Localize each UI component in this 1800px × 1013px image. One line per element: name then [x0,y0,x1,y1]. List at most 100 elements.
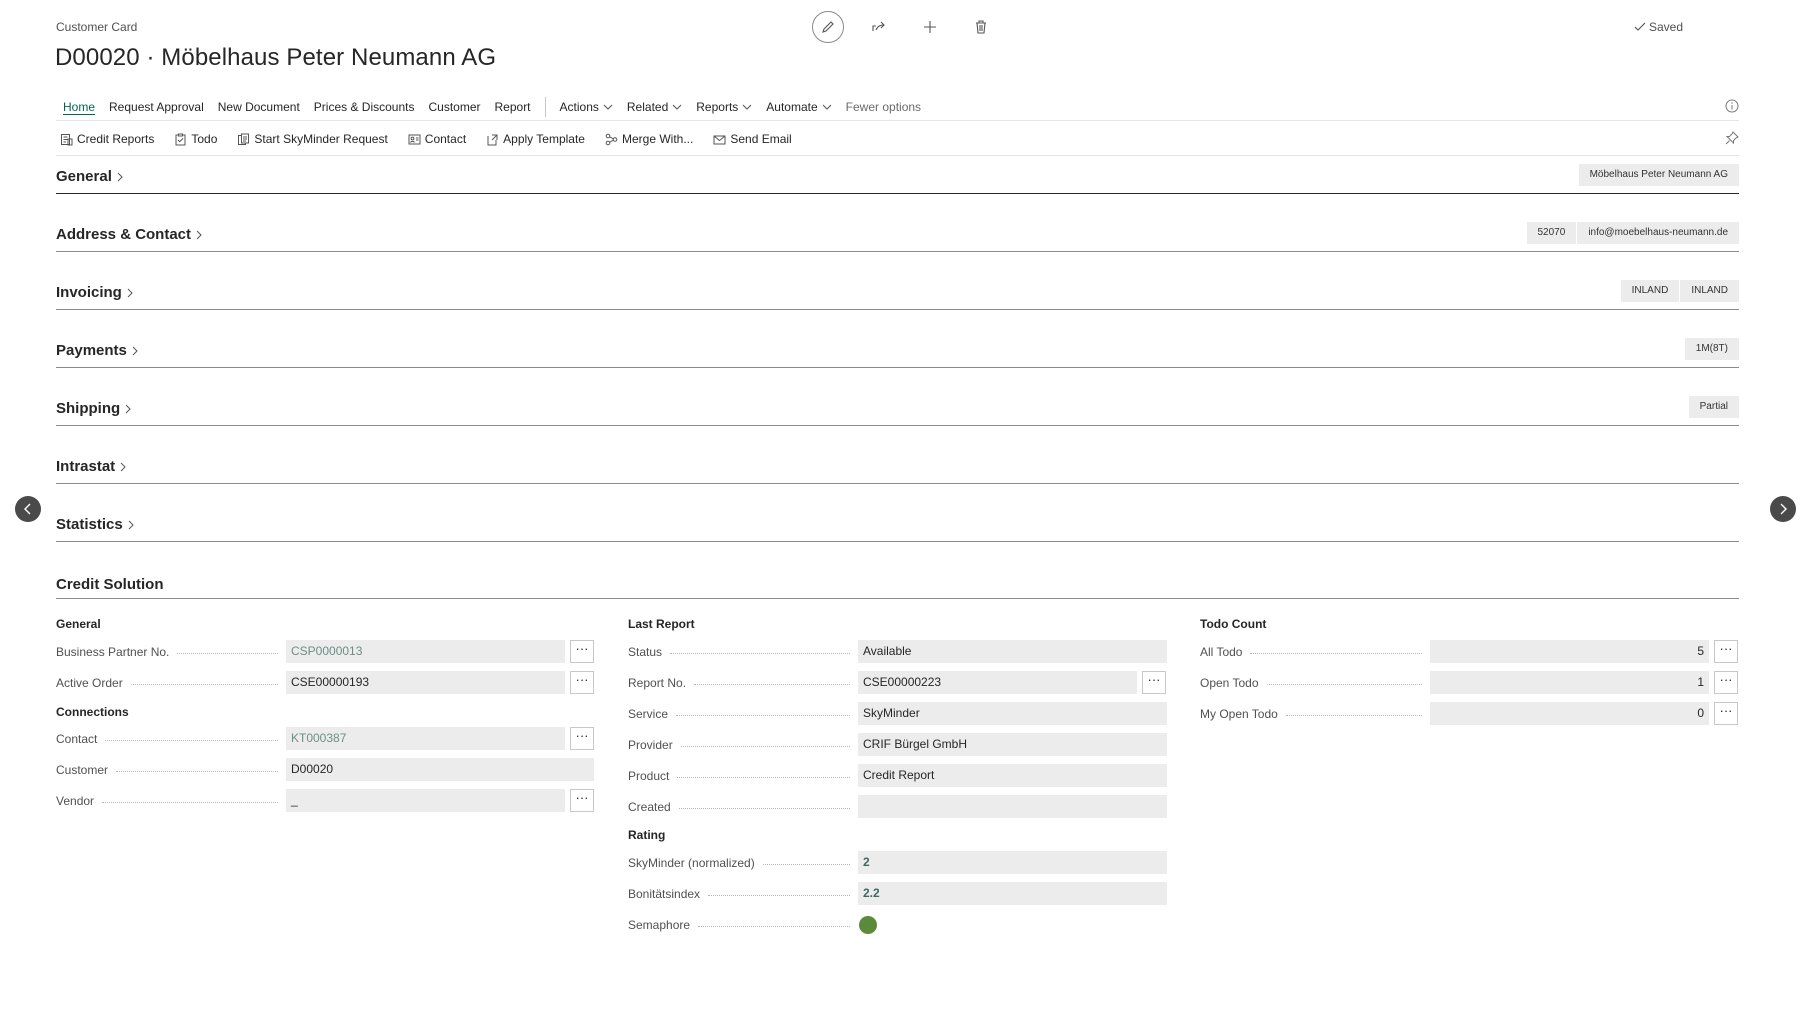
start-skyminder-request-button[interactable]: Start SkyMinder Request [237,132,388,146]
merge-with-label: Merge With... [621,132,694,146]
report-no-field[interactable]: CSE00000223 [858,671,1137,694]
created-label: Created [628,800,850,814]
chevron-down-icon [672,104,682,110]
apply-template-button[interactable]: Apply Template [486,132,585,146]
provider-field[interactable]: CRIF Bürgel GmbH [858,733,1167,756]
service-label-text: Service [628,707,669,721]
fasttab-general[interactable]: General Möbelhaus Peter Neumann AG [56,164,1739,194]
menu-reports[interactable]: Reports [689,100,759,114]
fasttab-invoicing-title: Invoicing [56,284,122,301]
menu-new-document[interactable]: New Document [211,100,307,114]
menu-divider-line [56,120,1739,121]
info-icon[interactable] [1725,99,1739,116]
next-record-button[interactable] [1770,496,1796,522]
fasttab-invoicing-header[interactable]: Invoicing [56,284,135,301]
leader-dots [105,740,278,741]
bonitaetsindex-field[interactable]: 2.2 [858,882,1167,905]
edit-icon[interactable] [812,11,844,43]
created-field[interactable] [858,795,1167,818]
saved-indicator: Saved [1634,20,1683,34]
top-toolbar [812,11,1016,43]
report-no-label: Report No. [628,676,850,690]
fasttab-address-header[interactable]: Address & Contact [56,226,204,243]
all-todo-lookup-button[interactable]: ··· [1714,640,1738,663]
open-todo-field[interactable]: 1 [1430,671,1709,694]
contact-field[interactable]: KT000387 [286,727,565,750]
open-todo-lookup-button[interactable]: ··· [1714,671,1738,694]
leader-dots [1250,653,1422,654]
pin-icon[interactable] [1725,131,1739,148]
menu-related[interactable]: Related [620,100,689,114]
customer-label: Customer [56,763,278,777]
vendor-lookup-button[interactable]: ··· [570,789,594,812]
product-label: Product [628,769,850,783]
menu-customer[interactable]: Customer [421,100,487,114]
fasttab-intrastat-header[interactable]: Intrastat [56,458,128,475]
business-partner-lookup-button[interactable]: ··· [570,640,594,663]
leader-dots [177,653,278,654]
business-partner-label-text: Business Partner No. [56,645,170,659]
fasttab-statistics[interactable]: Statistics [56,512,1739,542]
active-order-field[interactable]: CSE00000193 [286,671,565,694]
menu-request-approval[interactable]: Request Approval [102,100,211,114]
contact-label-field: Contact [56,732,278,746]
add-icon[interactable] [914,11,946,43]
product-field[interactable]: Credit Report [858,764,1167,787]
fasttab-intrastat-title: Intrastat [56,458,116,475]
vendor-field[interactable]: _ [286,789,565,812]
leader-dots [762,864,850,865]
fasttab-invoicing[interactable]: Invoicing INLAND INLAND [56,280,1739,310]
todo-button[interactable]: Todo [174,132,217,146]
report-no-lookup-button[interactable]: ··· [1142,671,1166,694]
fasttab-address-contact[interactable]: Address & Contact 52070 info@moebelhaus-… [56,222,1739,252]
all-todo-field[interactable]: 5 [1430,640,1709,663]
credit-reports-button[interactable]: Credit Reports [60,132,154,146]
menu-fewer-options[interactable]: Fewer options [839,100,928,114]
fasttab-payments-header[interactable]: Payments [56,342,140,359]
contact-lookup-button[interactable]: ··· [570,727,594,750]
active-order-lookup-button[interactable]: ··· [570,671,594,694]
my-open-todo-lookup-button[interactable]: ··· [1714,702,1738,725]
menu-home[interactable]: Home [56,100,102,114]
fasttab-general-header[interactable]: General [56,168,125,185]
delete-icon[interactable] [965,11,997,43]
email-icon [713,135,726,144]
fasttab-intrastat[interactable]: Intrastat [56,454,1739,484]
leader-dots [130,684,278,685]
menu-automate[interactable]: Automate [759,100,838,114]
fasttab-payments[interactable]: Payments 1M(8T) [56,338,1739,368]
leader-dots [670,653,850,654]
leader-dots [708,895,850,896]
status-label-text: Status [628,645,663,659]
status-field[interactable]: Available [858,640,1167,663]
previous-record-button[interactable] [15,496,41,522]
contact-button[interactable]: Contact [408,132,466,146]
customer-field[interactable]: D00020 [286,758,594,781]
menu-report[interactable]: Report [488,100,538,114]
fasttab-statistics-header[interactable]: Statistics [56,516,136,533]
share-icon[interactable] [863,11,895,43]
chevron-down-icon [603,104,613,110]
status-label: Status [628,645,850,659]
business-partner-field[interactable]: CSP0000013 [286,640,565,663]
menu-prices-discounts[interactable]: Prices & Discounts [307,100,422,114]
address-postcode-chip: 52070 [1526,222,1577,244]
all-todo-label: All Todo [1200,645,1422,659]
my-open-todo-field[interactable]: 0 [1430,702,1709,725]
chevron-right-icon [128,520,134,529]
service-field[interactable]: SkyMinder [858,702,1167,725]
skyminder-normalized-field[interactable]: 2 [858,851,1167,874]
provider-label: Provider [628,738,850,752]
fasttab-credit-solution[interactable]: Credit Solution [56,576,1739,599]
leader-dots [694,684,850,685]
page-caption: Customer Card [56,20,138,34]
chevron-right-icon [196,230,202,239]
chevron-down-icon [822,104,832,110]
send-email-button[interactable]: Send Email [713,132,792,146]
provider-label-text: Provider [628,738,673,752]
fasttab-shipping[interactable]: Shipping Partial [56,396,1739,426]
invoicing-chip-2: INLAND [1680,280,1739,302]
merge-with-button[interactable]: Merge With... [605,132,693,146]
menu-actions[interactable]: Actions [553,100,620,114]
fasttab-shipping-header[interactable]: Shipping [56,400,133,417]
